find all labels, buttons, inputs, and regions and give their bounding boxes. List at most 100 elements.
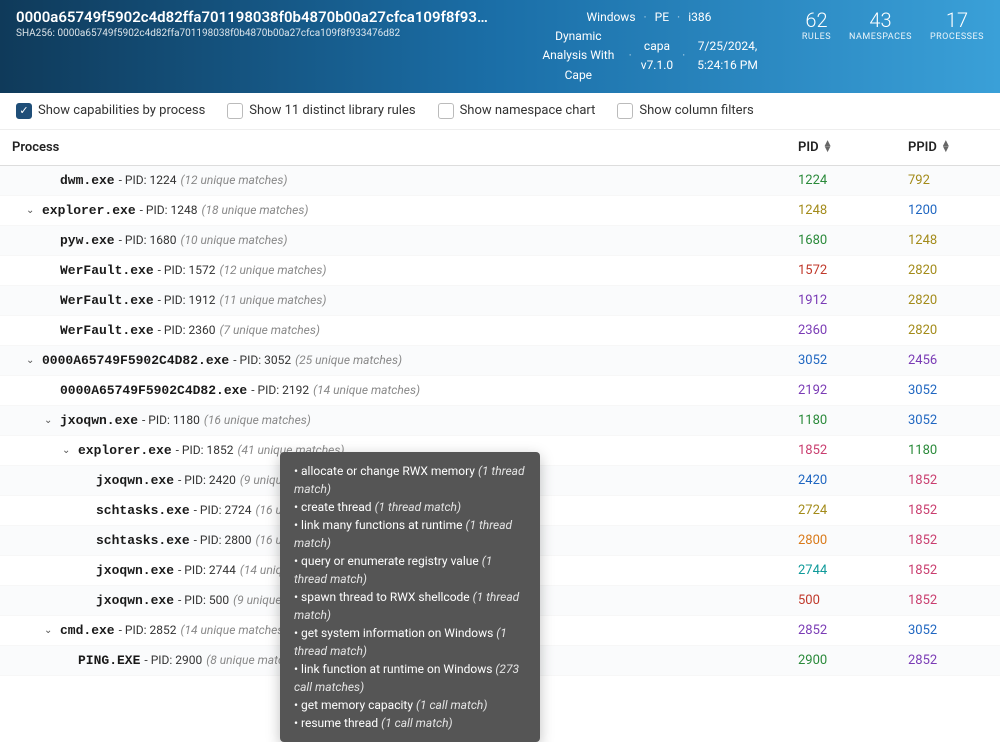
process-name: WerFault.exe: [60, 293, 154, 308]
stat-ns-label: NAMESPACES: [849, 32, 912, 43]
column-pid[interactable]: PID ▲▼: [798, 140, 908, 155]
process-pid-label: - PID: 1248: [140, 203, 198, 217]
process-name: jxoqwn.exe: [60, 413, 138, 428]
pid-cell: 500: [798, 593, 908, 608]
table-row[interactable]: pyw.exe - PID: 1680 (10 unique matches)1…: [0, 226, 1000, 256]
meta-analysis: Dynamic Analysis With Cape: [536, 27, 621, 85]
pid-cell: 1224: [798, 173, 908, 188]
process-name: jxoqwn.exe: [96, 563, 174, 578]
process-pid-label: - PID: 1912: [158, 293, 216, 307]
column-pid-label: PID: [798, 140, 819, 155]
process-cell: ⌄0000A65749F5902C4D82.exe - PID: 3052 (2…: [12, 353, 798, 368]
meta-version: capa v7.1.0: [640, 37, 674, 75]
process-pid-label: - PID: 2900: [144, 653, 202, 667]
process-name: jxoqwn.exe: [96, 593, 174, 608]
tooltip-text: allocate or change RWX memory: [301, 464, 478, 478]
tooltip-item: create thread (1 thread match): [294, 498, 526, 516]
stat-rules-value: 62: [805, 8, 827, 32]
tooltip-item: get system information on Windows (1 thr…: [294, 624, 526, 660]
capabilities-tooltip: allocate or change RWX memory (1 thread …: [280, 452, 540, 742]
process-pid-label: - PID: 1680: [119, 233, 177, 247]
process-pid-label: - PID: 500: [178, 593, 229, 607]
pid-cell: 2360: [798, 323, 908, 338]
process-matches: (11 unique matches): [220, 293, 327, 307]
checkbox-label: Show namespace chart: [460, 103, 596, 118]
ppid-cell: 1200: [908, 203, 988, 218]
process-name: jxoqwn.exe: [96, 473, 174, 488]
process-pid-label: - PID: 2800: [194, 533, 252, 547]
process-pid-label: - PID: 3052: [233, 353, 291, 367]
ppid-cell: 2852: [908, 653, 988, 668]
pid-cell: 1680: [798, 233, 908, 248]
check-icon: ✓: [16, 103, 32, 119]
process-name: PING.EXE: [78, 653, 140, 668]
ppid-cell: 1852: [908, 473, 988, 488]
stat-namespaces[interactable]: 43 NAMESPACES: [849, 8, 912, 43]
table-row[interactable]: dwm.exe - PID: 1224 (12 unique matches)1…: [0, 166, 1000, 196]
process-matches: (14 unique matches): [180, 623, 287, 637]
process-cell: ⌄jxoqwn.exe - PID: 1180 (16 unique match…: [12, 413, 798, 428]
stat-processes[interactable]: 17 PROCESSES: [930, 8, 984, 43]
checkbox-show-library-rules[interactable]: Show 11 distinct library rules: [227, 103, 415, 119]
tooltip-item: link function at runtime on Windows (273…: [294, 660, 526, 696]
tooltip-text: create thread: [301, 500, 375, 514]
sha-value: 0000a65749f5902c4d82ffa701198038f0b4870b…: [57, 28, 400, 39]
process-cell: ⌄explorer.exe - PID: 1248 (18 unique mat…: [12, 203, 798, 218]
chevron-down-icon[interactable]: ⌄: [26, 355, 40, 366]
checkbox-icon: [617, 103, 633, 119]
table-row[interactable]: ⌄jxoqwn.exe - PID: 1180 (16 unique match…: [0, 406, 1000, 436]
chevron-down-icon[interactable]: ⌄: [44, 415, 58, 426]
process-matches: (14 unique matches): [313, 383, 420, 397]
chevron-down-icon[interactable]: ⌄: [26, 205, 40, 216]
table-row[interactable]: ⌄explorer.exe - PID: 1248 (18 unique mat…: [0, 196, 1000, 226]
pid-cell: 2192: [798, 383, 908, 398]
column-ppid-label: PPID: [908, 140, 937, 155]
checkbox-show-by-process[interactable]: ✓ Show capabilities by process: [16, 103, 205, 119]
process-pid-label: - PID: 2360: [158, 323, 216, 337]
process-pid-label: - PID: 2852: [119, 623, 177, 637]
sort-icon: ▲▼: [823, 141, 833, 153]
toolbar: ✓ Show capabilities by process Show 11 d…: [0, 93, 1000, 130]
tooltip-item: resume thread (1 call match): [294, 714, 526, 732]
ppid-cell: 2456: [908, 353, 988, 368]
chevron-down-icon[interactable]: ⌄: [44, 625, 58, 636]
process-matches: (16 unique matches): [204, 413, 311, 427]
table-row[interactable]: WerFault.exe - PID: 1912 (11 unique matc…: [0, 286, 1000, 316]
process-pid-label: - PID: 1224: [119, 173, 177, 187]
sort-icon: ▲▼: [941, 141, 951, 153]
tooltip-text: get system information on Windows: [301, 626, 496, 640]
stat-rules[interactable]: 62 RULES: [802, 8, 831, 43]
process-name: explorer.exe: [42, 203, 136, 218]
ppid-cell: 1248: [908, 233, 988, 248]
ppid-cell: 3052: [908, 383, 988, 398]
column-ppid[interactable]: PPID ▲▼: [908, 140, 988, 155]
tooltip-detail: (1 call match): [416, 698, 487, 712]
tooltip-item: query or enumerate registry value (1 thr…: [294, 552, 526, 588]
table-row[interactable]: 0000A65749F5902C4D82.exe - PID: 2192 (14…: [0, 376, 1000, 406]
checkbox-show-column-filters[interactable]: Show column filters: [617, 103, 753, 119]
ppid-cell: 1852: [908, 533, 988, 548]
meta-format: PE: [655, 8, 669, 27]
column-process[interactable]: Process: [12, 140, 798, 155]
tooltip-detail: (1 thread match): [375, 500, 461, 514]
pid-cell: 1180: [798, 413, 908, 428]
table-row[interactable]: ⌄0000A65749F5902C4D82.exe - PID: 3052 (2…: [0, 346, 1000, 376]
process-matches: (10 unique matches): [180, 233, 287, 247]
checkbox-show-namespace-chart[interactable]: Show namespace chart: [438, 103, 596, 119]
pid-cell: 2724: [798, 503, 908, 518]
process-name: explorer.exe: [78, 443, 172, 458]
chevron-down-icon[interactable]: ⌄: [62, 445, 76, 456]
process-name: cmd.exe: [60, 623, 115, 638]
process-cell: WerFault.exe - PID: 1912 (11 unique matc…: [12, 293, 798, 308]
tooltip-item: link many functions at runtime (1 thread…: [294, 516, 526, 552]
checkbox-icon: [227, 103, 243, 119]
ppid-cell: 1180: [908, 443, 988, 458]
checkbox-icon: [438, 103, 454, 119]
process-pid-label: - PID: 2192: [251, 383, 309, 397]
process-matches: (18 unique matches): [202, 203, 309, 217]
table-row[interactable]: WerFault.exe - PID: 2360 (7 unique match…: [0, 316, 1000, 346]
table-row[interactable]: WerFault.exe - PID: 1572 (12 unique matc…: [0, 256, 1000, 286]
pid-cell: 1912: [798, 293, 908, 308]
process-pid-label: - PID: 1180: [142, 413, 200, 427]
tooltip-text: spawn thread to RWX shellcode: [301, 590, 473, 604]
